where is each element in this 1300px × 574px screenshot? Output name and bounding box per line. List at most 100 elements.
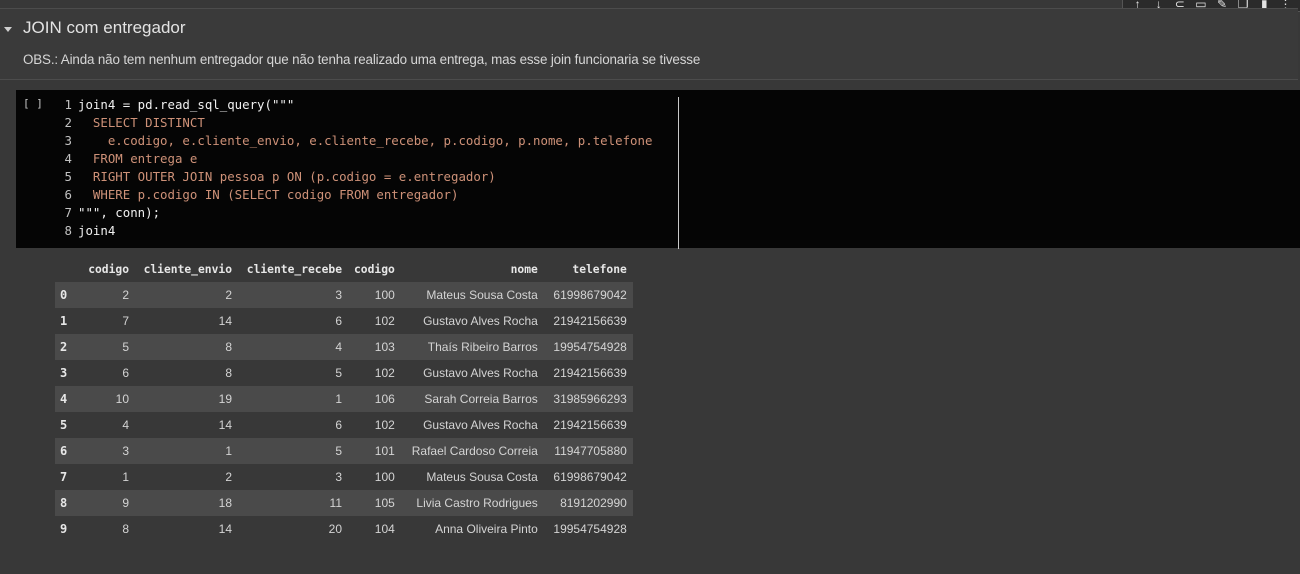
section-heading-row: JOIN com entregador <box>4 16 186 40</box>
column-header: nome <box>510 262 538 276</box>
table-cell: 61998679042 <box>543 464 633 490</box>
code-text: e.codigo, e.cliente_envio, e.cliente_rec… <box>78 133 653 148</box>
table-cell: 8191202990 <box>543 490 633 516</box>
table-row: 1 7 14 6 102 Gustavo Alves Rocha 21942156639 <box>55 308 633 334</box>
table-cell: 14 <box>135 412 238 438</box>
code-line[interactable]: 3 e.codigo, e.cliente_envio, e.cliente_r… <box>54 132 653 150</box>
table-row: 4 10 19 1 106 Sarah Correia Barros 31985966293 <box>55 386 633 412</box>
table-cell: Livia Castro Rodrigues <box>400 490 544 516</box>
column-header: cliente_envio <box>143 262 232 276</box>
table-cell: 103 <box>348 334 401 360</box>
table-cell: 100 <box>348 464 401 490</box>
table-cell: 10 <box>81 386 135 412</box>
table-cell: 21942156639 <box>543 412 633 438</box>
text-cell[interactable]: JOIN com entregador OBS.: Ainda não tem … <box>0 8 1298 80</box>
column-header: codigo <box>88 262 129 276</box>
table-cell: 6 <box>238 308 348 334</box>
row-index: 9 <box>55 516 81 542</box>
code-cell[interactable]: [ ] 1 join4 = pd.read_sql_query(""" 2 SELE… <box>16 90 1300 249</box>
row-index: 3 <box>55 360 81 386</box>
table-cell: 106 <box>348 386 401 412</box>
table-cell: Mateus Sousa Costa <box>400 464 544 490</box>
table-cell: 6 <box>81 360 135 386</box>
table-cell: 3 <box>238 282 348 308</box>
row-index: 8 <box>55 490 81 516</box>
table-cell: 104 <box>348 516 401 542</box>
table-cell: 21942156639 <box>543 308 633 334</box>
table-cell: 2 <box>81 282 135 308</box>
row-index: 0 <box>55 282 81 308</box>
row-index: 4 <box>55 386 81 412</box>
table-cell: 3 <box>81 438 135 464</box>
code-text: join4 <box>78 223 116 238</box>
table-cell: 7 <box>81 308 135 334</box>
table-cell: Gustavo Alves Rocha <box>400 360 544 386</box>
table-cell: 9 <box>81 490 135 516</box>
line-number: 4 <box>64 151 72 166</box>
cell-output: codigo cliente_envio cliente_recebe codigo n… <box>55 256 633 542</box>
code-line[interactable]: 1 join4 = pd.read_sql_query(""" <box>54 96 652 114</box>
code-line[interactable]: 2 SELECT DISTINCT <box>54 114 652 132</box>
table-cell: 102 <box>348 360 401 386</box>
column-header: cliente_recebe <box>246 262 342 276</box>
line-number: 6 <box>64 187 72 202</box>
code-line[interactable]: 6 WHERE p.codigo IN (SELECT codigo FROM … <box>54 186 652 204</box>
table-cell: Anna Oliveira Pinto <box>400 516 544 542</box>
code-line[interactable]: 7 """, conn); <box>54 204 652 222</box>
table-cell: 8 <box>81 516 135 542</box>
row-index: 1 <box>55 308 81 334</box>
table-cell: 8 <box>135 360 238 386</box>
table-row: 0 2 2 3 100 Mateus Sousa Costa 61998679042 <box>55 282 633 308</box>
code-text: WHERE p.codigo IN (SELECT codigo FROM en… <box>78 187 459 202</box>
table-cell: 11947705880 <box>543 438 633 464</box>
code-editor[interactable]: 1 join4 = pd.read_sql_query(""" 2 SELECT D… <box>54 96 653 240</box>
table-row: 6 3 1 5 101 Rafael Cardoso Correia 11947705880 <box>55 438 633 464</box>
table-cell: Sarah Correia Barros <box>400 386 544 412</box>
table-cell: 105 <box>348 490 401 516</box>
table-cell: Mateus Sousa Costa <box>400 282 544 308</box>
table-row: 3 6 8 5 102 Gustavo Alves Rocha 21942156639 <box>55 360 633 386</box>
table-cell: 1 <box>81 464 135 490</box>
code-text: join4 = pd.read_sql_query(""" <box>78 97 295 112</box>
code-line[interactable]: 4 FROM entrega e <box>54 150 652 168</box>
row-index: 2 <box>55 334 81 360</box>
table-cell: 14 <box>135 308 238 334</box>
table-cell: 5 <box>238 360 348 386</box>
dataframe-table: codigo cliente_envio cliente_recebe codigo n… <box>55 256 633 542</box>
editor-ruler <box>678 97 679 249</box>
code-line[interactable]: 8 join4 <box>54 222 652 240</box>
table-header-row: codigo cliente_envio cliente_recebe codigo n… <box>55 256 633 282</box>
table-cell: 14 <box>135 516 238 542</box>
line-number: 3 <box>64 133 72 148</box>
table-cell: 19954754928 <box>543 516 633 542</box>
table-cell: 19954754928 <box>543 334 633 360</box>
section-heading: JOIN com entregador <box>23 18 186 37</box>
table-cell: 18 <box>135 490 238 516</box>
column-header: telefone <box>572 262 627 276</box>
row-index: 5 <box>55 412 81 438</box>
column-header <box>55 256 81 282</box>
code-text: FROM entrega e <box>78 151 198 166</box>
line-number: 1 <box>64 97 72 112</box>
code-text: RIGHT OUTER JOIN pessoa p ON (p.codigo =… <box>78 169 496 184</box>
table-cell: 6 <box>238 412 348 438</box>
table-cell: 21942156639 <box>543 360 633 386</box>
table-cell: 61998679042 <box>543 282 633 308</box>
table-cell: 2 <box>135 282 238 308</box>
row-index: 7 <box>55 464 81 490</box>
table-cell: 2 <box>135 464 238 490</box>
line-number: 5 <box>64 169 72 184</box>
code-line[interactable]: 5 RIGHT OUTER JOIN pessoa p ON (p.codigo… <box>54 168 652 186</box>
notebook-page: ↑ ↓ ⊂ ▭ ✎ ❐ ▮ ⋮ JOIN com entregador OBS.… <box>0 0 1300 574</box>
table-cell: Rafael Cardoso Correia <box>400 438 544 464</box>
table-cell: Gustavo Alves Rocha <box>400 308 544 334</box>
table-cell: 1 <box>135 438 238 464</box>
table-cell: 11 <box>238 490 348 516</box>
table-cell: 31985966293 <box>543 386 633 412</box>
run-cell-button[interactable]: [ ] <box>23 97 43 110</box>
collapse-caret-icon[interactable] <box>4 26 12 32</box>
table-row: 7 1 2 3 100 Mateus Sousa Costa 61998679042 <box>55 464 633 490</box>
line-number: 7 <box>64 205 72 220</box>
table-row: 2 5 8 4 103 Thaís Ribeiro Barros 19954754928 <box>55 334 633 360</box>
table-cell: 4 <box>81 412 135 438</box>
